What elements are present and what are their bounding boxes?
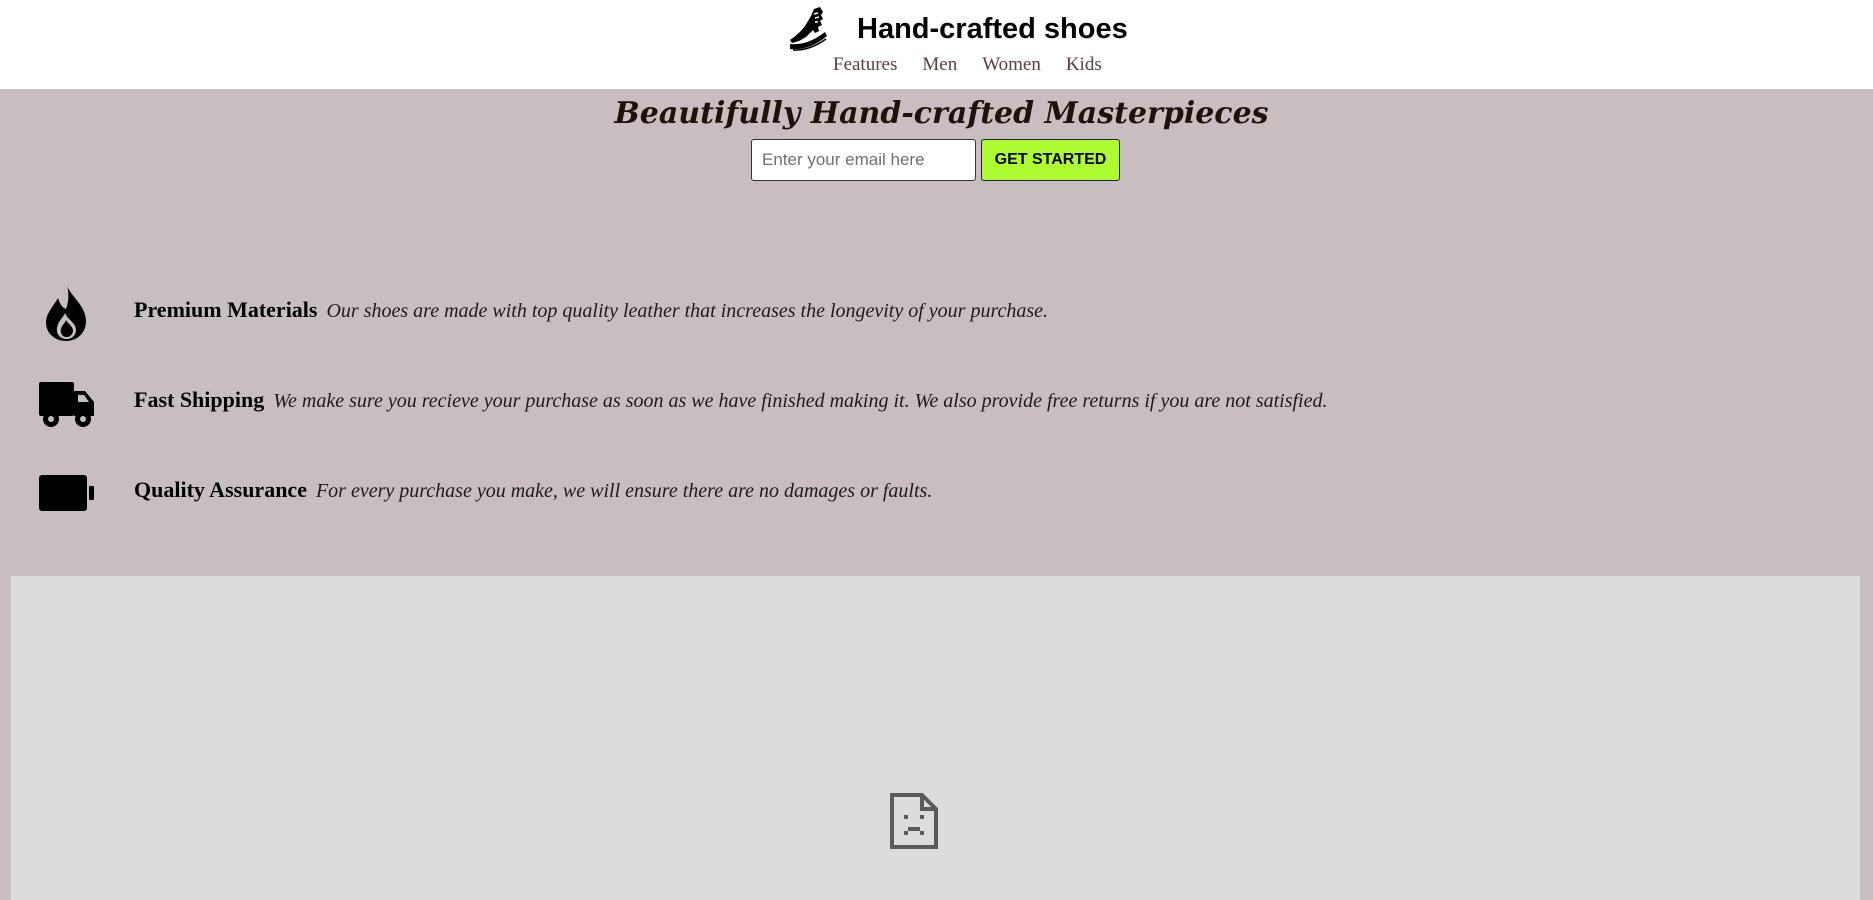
feature-text: Quality Assurance For every purchase you … bbox=[134, 477, 932, 503]
nav-link-women[interactable]: Women bbox=[982, 53, 1041, 77]
feature-description: Our shoes are made with top quality leat… bbox=[326, 300, 1049, 322]
get-started-button[interactable]: GET STARTED bbox=[981, 139, 1120, 181]
running-shoe-icon bbox=[790, 7, 827, 51]
feature-premium-materials: Premium Materials Our shoes are made with… bbox=[0, 283, 1873, 343]
battery-full-icon bbox=[39, 475, 94, 511]
feature-text: Premium Materials Our shoes are made with… bbox=[134, 297, 1048, 323]
email-input[interactable] bbox=[751, 139, 976, 181]
nav-link-features[interactable]: Features bbox=[833, 53, 897, 77]
feature-title: Premium Materials bbox=[134, 297, 318, 322]
fire-icon bbox=[46, 285, 86, 341]
site-header: Hand-crafted shoes Features Men Women Ki… bbox=[0, 0, 1873, 89]
nav-link-men[interactable]: Men bbox=[922, 53, 957, 77]
feature-fast-shipping: Fast Shipping We make sure you recieve yo… bbox=[0, 373, 1873, 433]
feature-description: For every purchase you make, we will ens… bbox=[315, 480, 933, 502]
feature-text: Fast Shipping We make sure you recieve yo… bbox=[134, 387, 1328, 413]
truck-icon bbox=[39, 382, 94, 427]
feature-title: Fast Shipping bbox=[134, 387, 265, 412]
feature-title: Quality Assurance bbox=[134, 477, 307, 502]
hero-title: Beautifully Hand-crafted Masterpieces bbox=[614, 96, 1269, 131]
feature-quality-assurance: Quality Assurance For every purchase you … bbox=[0, 463, 1873, 523]
site-title: Hand-crafted shoes bbox=[857, 13, 1128, 45]
main-nav: Features Men Women Kids bbox=[833, 53, 1102, 77]
broken-document-icon bbox=[890, 793, 938, 849]
nav-link-kids[interactable]: Kids bbox=[1066, 53, 1102, 77]
brand: Hand-crafted shoes bbox=[787, 6, 1128, 52]
feature-description: We make sure you recieve your purchase a… bbox=[273, 390, 1328, 412]
embedded-video-frame[interactable] bbox=[11, 576, 1860, 900]
